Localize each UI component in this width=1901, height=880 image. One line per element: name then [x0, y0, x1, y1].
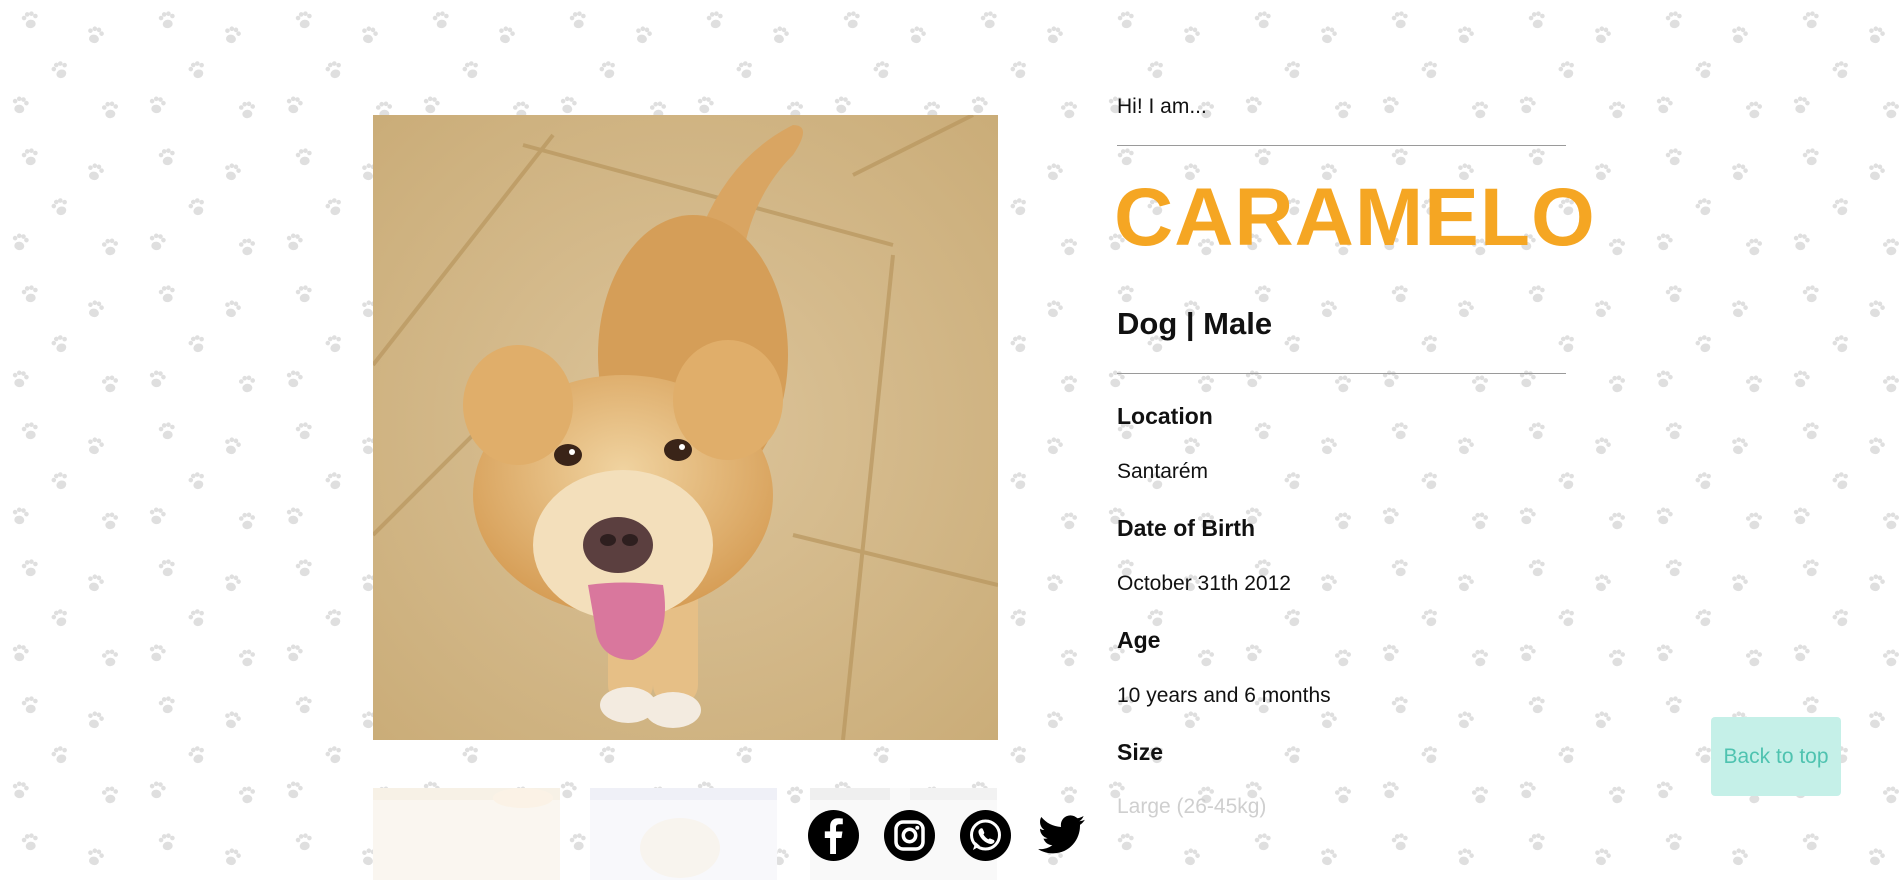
location-label: Location — [1117, 403, 1213, 429]
location-value: Santarém — [1117, 460, 1209, 483]
twitter-icon[interactable] — [1036, 810, 1087, 861]
pet-photo-thumbnail[interactable] — [373, 788, 560, 880]
facebook-icon[interactable] — [808, 810, 859, 861]
instagram-icon[interactable] — [884, 810, 935, 861]
age-value: 10 years and 6 months — [1117, 684, 1331, 707]
date-of-birth-value: October 31th 2012 — [1117, 572, 1291, 595]
pet-name: CARAMELO — [1114, 172, 1596, 263]
divider — [1117, 145, 1566, 146]
pet-photo-main[interactable] — [373, 115, 998, 740]
pet-photo-thumbnail[interactable] — [590, 788, 777, 880]
size-label: Size — [1117, 739, 1164, 765]
social-share-bar — [808, 810, 1087, 861]
size-value: Large (26-45kg) — [1117, 795, 1267, 818]
divider — [1117, 373, 1566, 374]
age-label: Age — [1117, 627, 1161, 653]
pet-intro-text: Hi! I am... — [1117, 95, 1207, 118]
back-to-top-button[interactable]: Back to top — [1711, 717, 1841, 796]
whatsapp-icon[interactable] — [960, 810, 1011, 861]
date-of-birth-label: Date of Birth — [1117, 515, 1255, 541]
pet-species-sex: Dog | Male — [1117, 306, 1273, 341]
